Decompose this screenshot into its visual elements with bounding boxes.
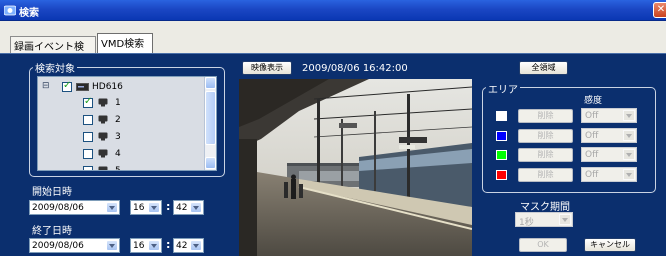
area-legend: エリア xyxy=(486,81,520,96)
scroll-up-icon[interactable] xyxy=(205,77,216,89)
chevron-down-icon[interactable] xyxy=(190,240,202,251)
scroll-down-icon[interactable] xyxy=(205,157,216,169)
camera-3-label: 3 xyxy=(115,132,121,142)
chevron-down-icon[interactable] xyxy=(623,130,635,141)
scroll-thumb[interactable] xyxy=(205,91,216,145)
cancel-button[interactable]: キャンセル xyxy=(584,238,636,252)
end-date-value: 2009/08/06 xyxy=(32,241,84,251)
recorder-icon xyxy=(76,83,89,91)
area-3-sensitivity-combo[interactable]: Off xyxy=(581,147,637,162)
time-separator: : xyxy=(166,200,171,213)
start-minute-value: 42 xyxy=(176,203,188,213)
time-separator: : xyxy=(166,238,171,251)
camera-3-checkbox[interactable] xyxy=(83,132,93,142)
tree-item-camera-5[interactable]: 5 xyxy=(38,165,198,171)
area-1-sensitivity-combo[interactable]: Off xyxy=(581,108,637,123)
search-target-legend: 検索対象 xyxy=(33,60,77,75)
area-2-delete-button[interactable]: 削除 xyxy=(518,129,573,143)
area-color-swatch-red xyxy=(496,170,507,180)
tree-item-camera-2[interactable]: 2 xyxy=(38,114,198,128)
area-3-sensitivity-value: Off xyxy=(585,150,599,160)
camera-4-checkbox[interactable] xyxy=(83,149,93,159)
camera-icon xyxy=(98,115,108,124)
ok-button[interactable]: OK xyxy=(519,238,567,252)
mask-period-combo[interactable]: 1秒 xyxy=(515,212,573,228)
tree-item-camera-3[interactable]: 3 xyxy=(38,131,198,145)
end-date-combo[interactable]: 2009/08/06 xyxy=(29,238,120,253)
app-icon xyxy=(4,5,16,16)
chevron-down-icon[interactable] xyxy=(148,202,160,213)
camera-5-checkbox[interactable] xyxy=(83,166,93,170)
chevron-down-icon[interactable] xyxy=(623,149,635,160)
chevron-down-icon[interactable] xyxy=(190,202,202,213)
tree-collapse-icon[interactable]: ⊟ xyxy=(42,81,50,91)
camera-1-checkbox[interactable] xyxy=(83,96,93,108)
camera-image-svg xyxy=(239,79,472,256)
area-4-delete-button[interactable]: 削除 xyxy=(518,168,573,182)
chevron-down-icon[interactable] xyxy=(623,110,635,121)
camera-icon xyxy=(98,132,108,141)
chevron-down-icon[interactable] xyxy=(106,202,118,213)
end-minute-combo[interactable]: 42 xyxy=(173,238,204,253)
end-hour-value: 16 xyxy=(133,241,145,251)
camera-tree: ⊟ HD616 1 2 3 4 5 xyxy=(37,76,217,171)
area-1-sensitivity-value: Off xyxy=(585,111,599,121)
camera-image[interactable] xyxy=(239,79,472,256)
start-datetime-label: 開始日時 xyxy=(32,187,72,198)
show-image-button[interactable]: 映像表示 xyxy=(242,61,292,75)
window-title: 検索 xyxy=(19,8,39,19)
area-color-swatch-green xyxy=(496,150,507,160)
camera-4-label: 4 xyxy=(115,149,121,159)
chevron-down-icon[interactable] xyxy=(148,240,160,251)
start-hour-value: 16 xyxy=(133,203,145,213)
tree-item-camera-1[interactable]: 1 xyxy=(38,96,198,111)
area-color-swatch-white xyxy=(496,111,507,121)
recorder-label: HD616 xyxy=(92,82,123,92)
area-4-sensitivity-value: Off xyxy=(585,170,599,180)
camera-5-label: 5 xyxy=(115,166,121,171)
tree-item-camera-4[interactable]: 4 xyxy=(38,148,198,162)
mask-period-label: マスク期間 xyxy=(520,202,570,213)
camera-icon xyxy=(98,149,108,158)
start-minute-combo[interactable]: 42 xyxy=(173,200,204,215)
title-bar: 検索 ✕ xyxy=(0,0,666,21)
full-area-button[interactable]: 全領域 xyxy=(519,61,568,75)
area-2-sensitivity-value: Off xyxy=(585,131,599,141)
area-1-delete-button[interactable]: 削除 xyxy=(518,109,573,123)
camera-1-label: 1 xyxy=(115,98,121,108)
tree-item-recorder[interactable]: ⊟ HD616 xyxy=(42,80,202,95)
sensitivity-header: 感度 xyxy=(584,96,603,106)
end-minute-value: 42 xyxy=(176,241,188,251)
end-datetime-label: 終了日時 xyxy=(32,226,72,237)
start-date-value: 2009/08/06 xyxy=(32,203,84,213)
area-3-delete-button[interactable]: 削除 xyxy=(518,148,573,162)
tree-scrollbar[interactable] xyxy=(204,77,216,170)
area-4-sensitivity-combo[interactable]: Off xyxy=(581,167,637,182)
recorder-checkbox[interactable] xyxy=(62,80,72,92)
image-timestamp: 2009/08/06 16:42:00 xyxy=(302,63,408,74)
tab-vmd-search[interactable]: VMD検索 xyxy=(97,33,153,53)
start-hour-combo[interactable]: 16 xyxy=(130,200,162,215)
tab-recording-event-search[interactable]: 録画イベント検索 xyxy=(10,36,96,68)
close-icon[interactable]: ✕ xyxy=(653,2,666,18)
area-2-sensitivity-combo[interactable]: Off xyxy=(581,128,637,143)
chevron-down-icon[interactable] xyxy=(623,169,635,180)
camera-2-checkbox[interactable] xyxy=(83,115,93,125)
area-color-swatch-blue xyxy=(496,131,507,141)
end-hour-combo[interactable]: 16 xyxy=(130,238,162,253)
camera-icon xyxy=(98,166,108,170)
mask-period-value: 1秒 xyxy=(519,218,534,228)
camera-2-label: 2 xyxy=(115,115,121,125)
chevron-down-icon[interactable] xyxy=(106,240,118,251)
chevron-down-icon[interactable] xyxy=(559,214,571,225)
camera-icon xyxy=(98,98,108,107)
start-date-combo[interactable]: 2009/08/06 xyxy=(29,200,120,215)
